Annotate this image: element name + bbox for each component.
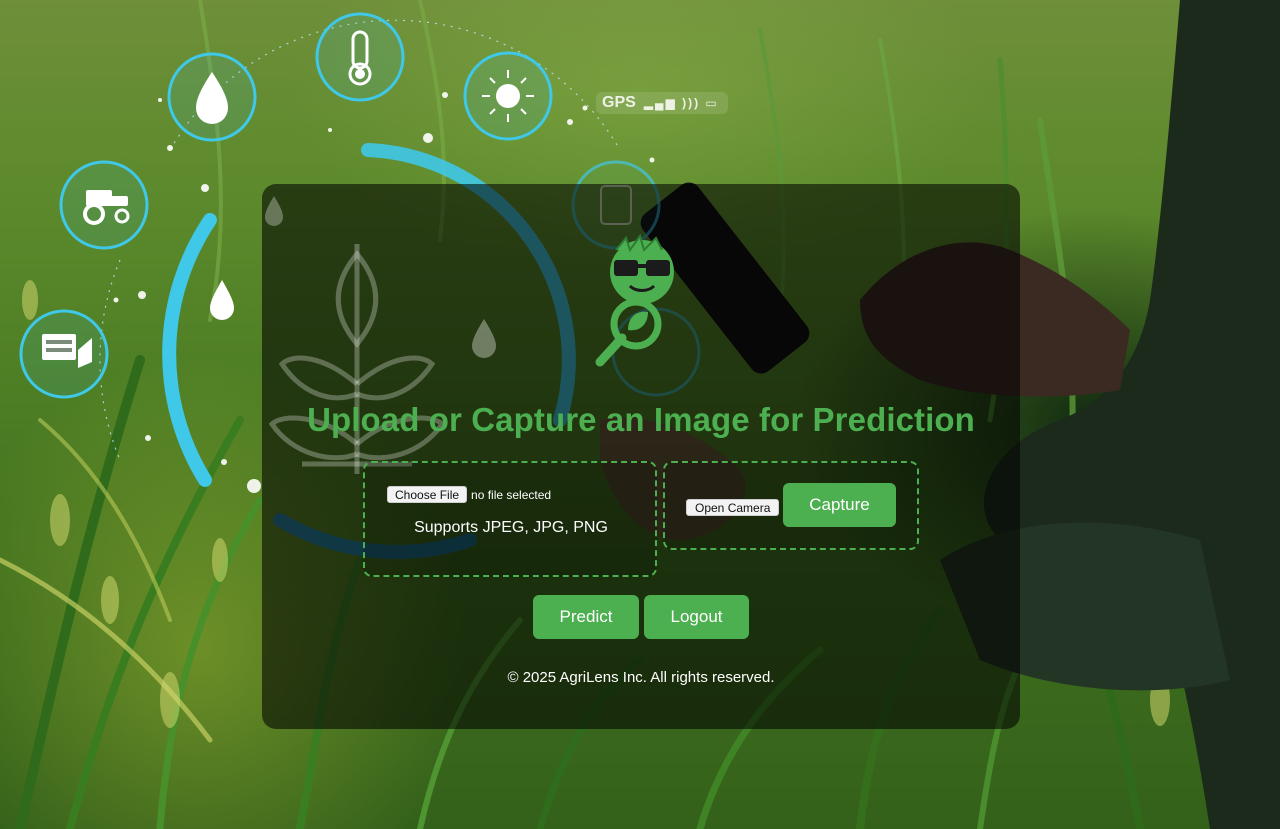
- predict-button[interactable]: Predict: [533, 595, 639, 639]
- choose-file-button[interactable]: Choose File: [387, 486, 468, 503]
- camera-box: Open Camera Capture: [663, 461, 919, 550]
- water-drop-icon: [167, 52, 257, 142]
- thermometer-icon: [315, 12, 405, 102]
- agrilens-logo-icon: [595, 233, 674, 367]
- logout-button[interactable]: Logout: [644, 595, 749, 639]
- water-drop-small-icon: [210, 280, 234, 320]
- capture-button[interactable]: Capture: [783, 483, 896, 527]
- soil-sample-icon: [19, 309, 109, 399]
- sun-icon: [463, 51, 553, 141]
- gps-status-badge: GPS ▂▄▆ ))) ▭: [596, 92, 728, 114]
- open-camera-button[interactable]: Open Camera: [686, 499, 780, 516]
- signal-wifi-battery-icon: ▂▄▆ ))) ▭: [643, 96, 719, 110]
- app-root: GPS ▂▄▆ ))) ▭ Upload or Capture an Image…: [0, 0, 1280, 829]
- gps-label: GPS: [602, 94, 636, 111]
- file-input[interactable]: Choose File no file selected: [387, 486, 551, 503]
- file-status-text: no file selected: [471, 487, 552, 502]
- page-title: Upload or Capture an Image for Predictio…: [307, 401, 975, 438]
- supported-formats-text: Supports JPEG, JPG, PNG: [414, 519, 608, 536]
- upload-dropzone[interactable]: Choose File no file selected Supports JP…: [363, 461, 657, 577]
- tractor-icon: [59, 160, 149, 250]
- footer-copyright: © 2025 AgriLens Inc. All rights reserved…: [507, 669, 775, 686]
